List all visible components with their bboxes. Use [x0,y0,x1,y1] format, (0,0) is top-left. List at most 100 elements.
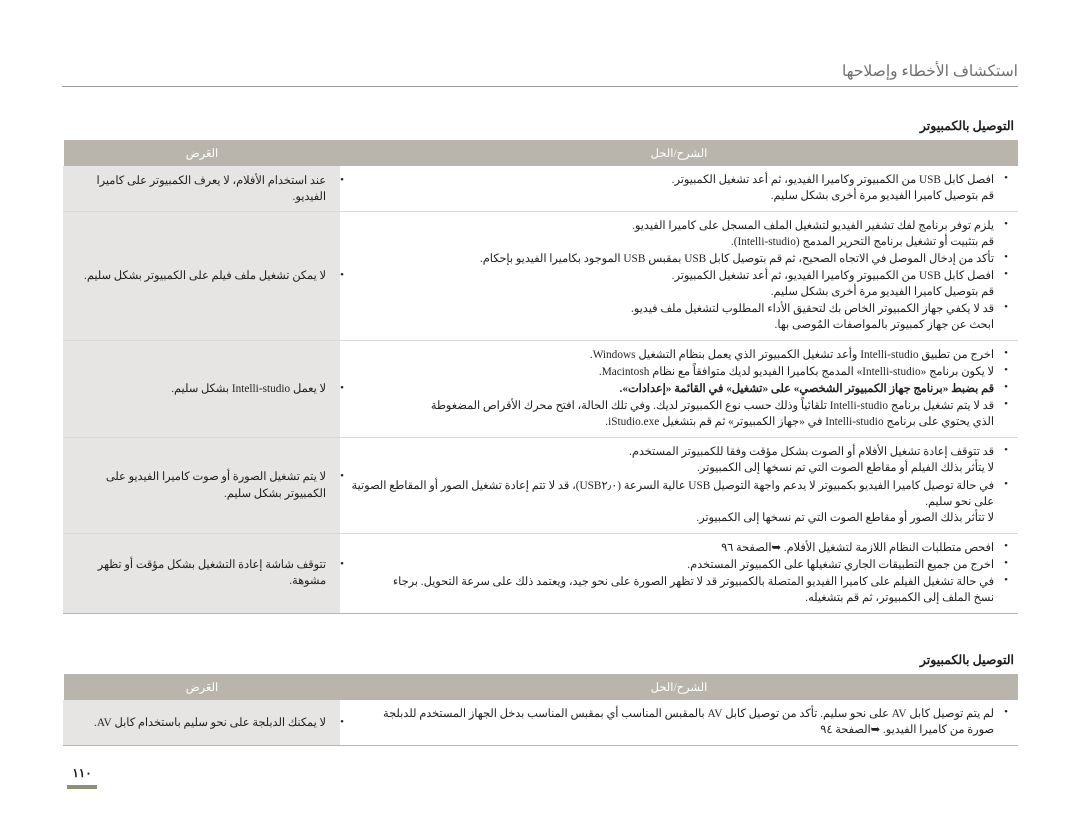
symptom-cell: • لا يعمل Intelli-studio بشكل سليم. [63,340,344,439]
symptom-wrap: • تتوقف شاشة إعادة التشغيل بشكل مؤقت أو … [73,557,344,589]
page-title: استكشاف الأخطاء وإصلاحها [841,63,1018,80]
solution-sub: ابحث عن جهاز كمبيوتر بالمواصفات المُوصى … [774,319,994,332]
symptom-cell: • لا يمكنك الدبلجة على نحو سليم باستخدام… [63,700,344,747]
section-title-1: التوصيل بالكمبيوتر [919,119,1014,133]
symptom-bullet-icon: • [340,715,344,728]
solution-item: اخرج من جميع التطبيقات الجاري تشغيلها عل… [350,556,1008,573]
solution-sub: قم بتوصيل كاميرا الفيديو مرة أخرى بشكل س… [770,286,994,299]
solution-item: اخرج من تطبيق Intelli-studio وأعد تشغيل … [350,346,1008,363]
solution-main: لم يتم توصيل كابل AV على نحو سليم. تأكد … [383,708,994,720]
symptom-cell: • عند استخدام الأفلام، لا يعرف الكمبيوتر… [63,166,345,213]
solution-sub: صورة من كاميرا الفيديو. ➥الصفحة ٩٤ [820,724,994,737]
solution-sub: قم بتثبيت أو تشغيل برنامج التحرير المدمج… [730,236,994,249]
table-row: قد تتوقف إعادة تشغيل الأفلام أو الصوت بش… [63,437,1018,534]
solution-cell: اخرج من تطبيق Intelli-studio وأعد تشغيل … [340,340,1018,439]
solution-main: في حالة توصيل كاميرا الفيديو بكمبيوتر لا… [351,479,994,508]
page-number: ١١٠ [58,766,106,789]
page-header: استكشاف الأخطاء وإصلاحها [62,62,1018,87]
solution-main: اخرج من جميع التطبيقات الجاري تشغيلها عل… [687,558,994,571]
solution-item: قد تتوقف إعادة تشغيل الأفلام أو الصوت بش… [350,443,1008,476]
table-row: اخرج من تطبيق Intelli-studio وأعد تشغيل … [63,340,1018,439]
column-header-symptom: العَرض [62,674,340,700]
solution-sub: قم بتوصيل كاميرا الفيديو مرة أخرى بشكل س… [770,190,994,203]
table-block-computer-connection-2: التوصيل بالكمبيوتر الشرح/الحل العَرض لم … [62,652,1018,747]
solution-item: قد لا يتم تشغيل برنامج Intelli-studio تل… [350,397,1008,430]
solution-main: في حالة تشغيل الفيلم على كاميرا الفيديو … [392,575,994,588]
solution-item: افصل كابل USB من الكمبيوتر وكاميرا الفيد… [350,171,1008,204]
solution-main: افصل كابل USB من الكمبيوتر وكاميرا الفيد… [671,270,994,283]
solution-main: يلزم توفر برنامج لفك تشفير الفيديو لتشغي… [632,220,994,233]
solution-item: افصل كابل USB من الكمبيوتر وكاميرا الفيد… [350,267,1008,300]
solution-main: افصل كابل USB من الكمبيوتر وكاميرا الفيد… [671,174,994,186]
solution-main: قم بضبط «برنامج جهاز الكمبيوتر الشخصي» ع… [619,383,994,396]
column-header-symptom: العَرض [62,140,340,166]
troubleshooting-table-1: الشرح/الحل العَرض افصل كابل USB من الكمب… [62,140,1018,614]
header-divider [62,86,1018,87]
symptom-bullet-icon: • [340,269,344,282]
solution-item: في حالة تشغيل الفيلم على كاميرا الفيديو … [350,573,1008,606]
symptom-wrap: • لا يتم تشغيل الصورة أو صوت كاميرا الفي… [73,469,344,501]
page-number-value: ١١٠ [72,766,92,780]
symptom-bullet-icon: • [340,558,344,571]
symptom-bullet-icon: • [340,470,344,483]
solution-item: لم يتم توصيل كابل AV على نحو سليم. تأكد … [350,705,1008,738]
solution-cell: افحص متطلبات النظام اللازمة لتشغيل الأفل… [340,533,1018,614]
table-block-computer-connection-1: التوصيل بالكمبيوتر الشرح/الحل العَرض افص… [62,118,1018,614]
manual-page: استكشاف الأخطاء وإصلاحها التوصيل بالكمبي… [0,0,1080,827]
solution-list: افحص متطلبات النظام اللازمة لتشغيل الأفل… [350,539,1008,606]
section-title-2: التوصيل بالكمبيوتر [919,653,1014,667]
symptom-wrap: • لا يمكن تشغيل ملف فيلم على الكمبيوتر ب… [73,268,344,284]
table-header-1: الشرح/الحل العَرض [62,140,1018,166]
solution-main: افحص متطلبات النظام اللازمة لتشغيل الأفل… [721,541,994,554]
solution-sub: الذي يحتوي على برنامج Intelli-studio في … [605,416,994,429]
symptom-text: لا يتم تشغيل الصورة أو صوت كاميرا الفيدي… [105,471,326,500]
table-row: لم يتم توصيل كابل AV على نحو سليم. تأكد … [63,700,1018,747]
symptom-bullet-icon: • [340,382,344,395]
symptom-cell: • تتوقف شاشة إعادة التشغيل بشكل مؤقت أو … [63,533,344,614]
solution-list: لم يتم توصيل كابل AV على نحو سليم. تأكد … [350,705,1008,738]
column-header-solution: الشرح/الحل [340,674,1018,700]
table-row: يلزم توفر برنامج لفك تشفير الفيديو لتشغي… [63,211,1018,342]
solution-main: قد لا يكفي جهاز الكمبيوتر الخاص بك لتحقي… [631,303,994,316]
solution-list: قد تتوقف إعادة تشغيل الأفلام أو الصوت بش… [350,443,1008,526]
symptom-bullet-icon: • [340,173,344,186]
page-number-rule [67,785,97,789]
solution-main: قد تتوقف إعادة تشغيل الأفلام أو الصوت بش… [629,446,994,459]
symptom-text: لا يمكنك الدبلجة على نحو سليم باستخدام ك… [94,716,326,729]
troubleshooting-table-2: الشرح/الحل العَرض لم يتم توصيل كابل AV ع… [62,674,1018,747]
symptom-text: تتوقف شاشة إعادة التشغيل بشكل مؤقت أو تظ… [97,559,326,588]
symptom-text: لا يعمل Intelli-studio بشكل سليم. [171,383,326,396]
symptom-wrap: • عند استخدام الأفلام، لا يعرف الكمبيوتر… [73,173,345,205]
solution-cell: يلزم توفر برنامج لفك تشفير الفيديو لتشغي… [340,211,1018,342]
table-row: افصل كابل USB من الكمبيوتر وكاميرا الفيد… [63,166,1018,213]
table-header-2: الشرح/الحل العَرض [62,674,1018,700]
table-header-row: الشرح/الحل العَرض [62,674,1018,700]
solution-cell: قد تتوقف إعادة تشغيل الأفلام أو الصوت بش… [340,437,1018,534]
symptom-text: عند استخدام الأفلام، لا يعرف الكمبيوتر ع… [96,174,327,203]
column-header-solution: الشرح/الحل [340,140,1018,166]
solution-item: يلزم توفر برنامج لفك تشفير الفيديو لتشغي… [350,217,1008,250]
solution-main: اخرج من تطبيق Intelli-studio وأعد تشغيل … [589,349,994,362]
solution-item: قم بضبط «برنامج جهاز الكمبيوتر الشخصي» ع… [350,380,1008,397]
solution-item: في حالة توصيل كاميرا الفيديو بكمبيوتر لا… [350,476,1008,526]
symptom-wrap: • لا يمكنك الدبلجة على نحو سليم باستخدام… [73,715,344,731]
solution-item: قد لا يكفي جهاز الكمبيوتر الخاص بك لتحقي… [350,300,1008,333]
symptom-wrap: • لا يعمل Intelli-studio بشكل سليم. [73,381,344,397]
solution-cell: افصل كابل USB من الكمبيوتر وكاميرا الفيد… [340,166,1018,213]
symptom-cell: • لا يمكن تشغيل ملف فيلم على الكمبيوتر ب… [63,211,344,342]
solution-list: افصل كابل USB من الكمبيوتر وكاميرا الفيد… [350,171,1008,204]
solution-cell: لم يتم توصيل كابل AV على نحو سليم. تأكد … [340,700,1018,747]
solution-sub: لا يتأثر بذلك الفيلم أو مقاطع الصوت التي… [697,462,994,475]
table-body-2: لم يتم توصيل كابل AV على نحو سليم. تأكد … [63,700,1018,747]
solution-item: لا يكون برنامج «Intelli-studio» المدمج ب… [350,363,1008,380]
solution-main: لا يكون برنامج «Intelli-studio» المدمج ب… [598,366,994,379]
table-header-row: الشرح/الحل العَرض [62,140,1018,166]
solution-main: قد لا يتم تشغيل برنامج Intelli-studio تل… [430,400,994,413]
solution-list: اخرج من تطبيق Intelli-studio وأعد تشغيل … [350,346,1008,430]
solution-main: تأكد من إدخال الموصل في الاتجاه الصحيح، … [479,253,994,266]
symptom-cell: • لا يتم تشغيل الصورة أو صوت كاميرا الفي… [63,437,344,534]
table-body-1: افصل كابل USB من الكمبيوتر وكاميرا الفيد… [63,166,1018,614]
solution-item: افحص متطلبات النظام اللازمة لتشغيل الأفل… [350,539,1008,556]
solution-sub: لا تتأثر بذلك الصور أو مقاطع الصوت التي … [696,511,994,524]
table-row: افحص متطلبات النظام اللازمة لتشغيل الأفل… [63,533,1018,614]
